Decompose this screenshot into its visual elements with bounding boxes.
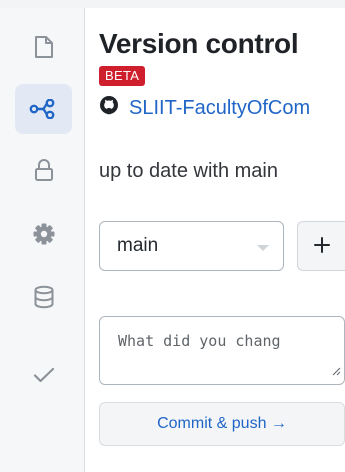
gear-icon (32, 222, 56, 246)
repo-name: SLIIT-FacultyOfCom (129, 96, 311, 119)
sidebar-item-files[interactable] (15, 22, 72, 72)
version-control-app: Version control BETA SLIIT-FacultyOfCom … (0, 0, 345, 472)
repo-link[interactable]: SLIIT-FacultyOfCom (99, 95, 345, 120)
lock-icon (34, 158, 54, 182)
sidebar-item-secrets[interactable] (15, 145, 72, 195)
branch-value: main (117, 235, 159, 256)
file-icon (34, 35, 54, 59)
version-control-panel: Version control BETA SLIIT-FacultyOfCom … (86, 8, 345, 472)
sidebar-item-checks[interactable] (15, 350, 72, 400)
check-icon (33, 367, 55, 383)
beta-badge: BETA (99, 66, 146, 86)
sidebar-item-database[interactable] (15, 272, 72, 322)
database-icon (33, 285, 55, 309)
plus-icon (313, 236, 330, 256)
top-strip (0, 0, 345, 8)
sync-status: up to date with main (99, 160, 278, 182)
branch-select[interactable]: main (99, 221, 284, 271)
page-title: Version control (99, 28, 299, 59)
commit-message-placeholder: What did you chang (118, 332, 281, 350)
resize-grip-icon[interactable] (331, 363, 341, 381)
commit-push-button[interactable]: Commit & push → (99, 402, 345, 446)
sidebar-rail (0, 8, 85, 472)
chevron-down-icon (257, 245, 269, 251)
sidebar-item-version-control[interactable] (15, 84, 72, 134)
sidebar-item-settings[interactable] (15, 209, 72, 259)
add-branch-button[interactable] (297, 221, 345, 271)
share-nodes-icon (29, 99, 59, 119)
commit-message-input[interactable]: What did you chang (99, 316, 345, 385)
github-icon (99, 95, 129, 120)
